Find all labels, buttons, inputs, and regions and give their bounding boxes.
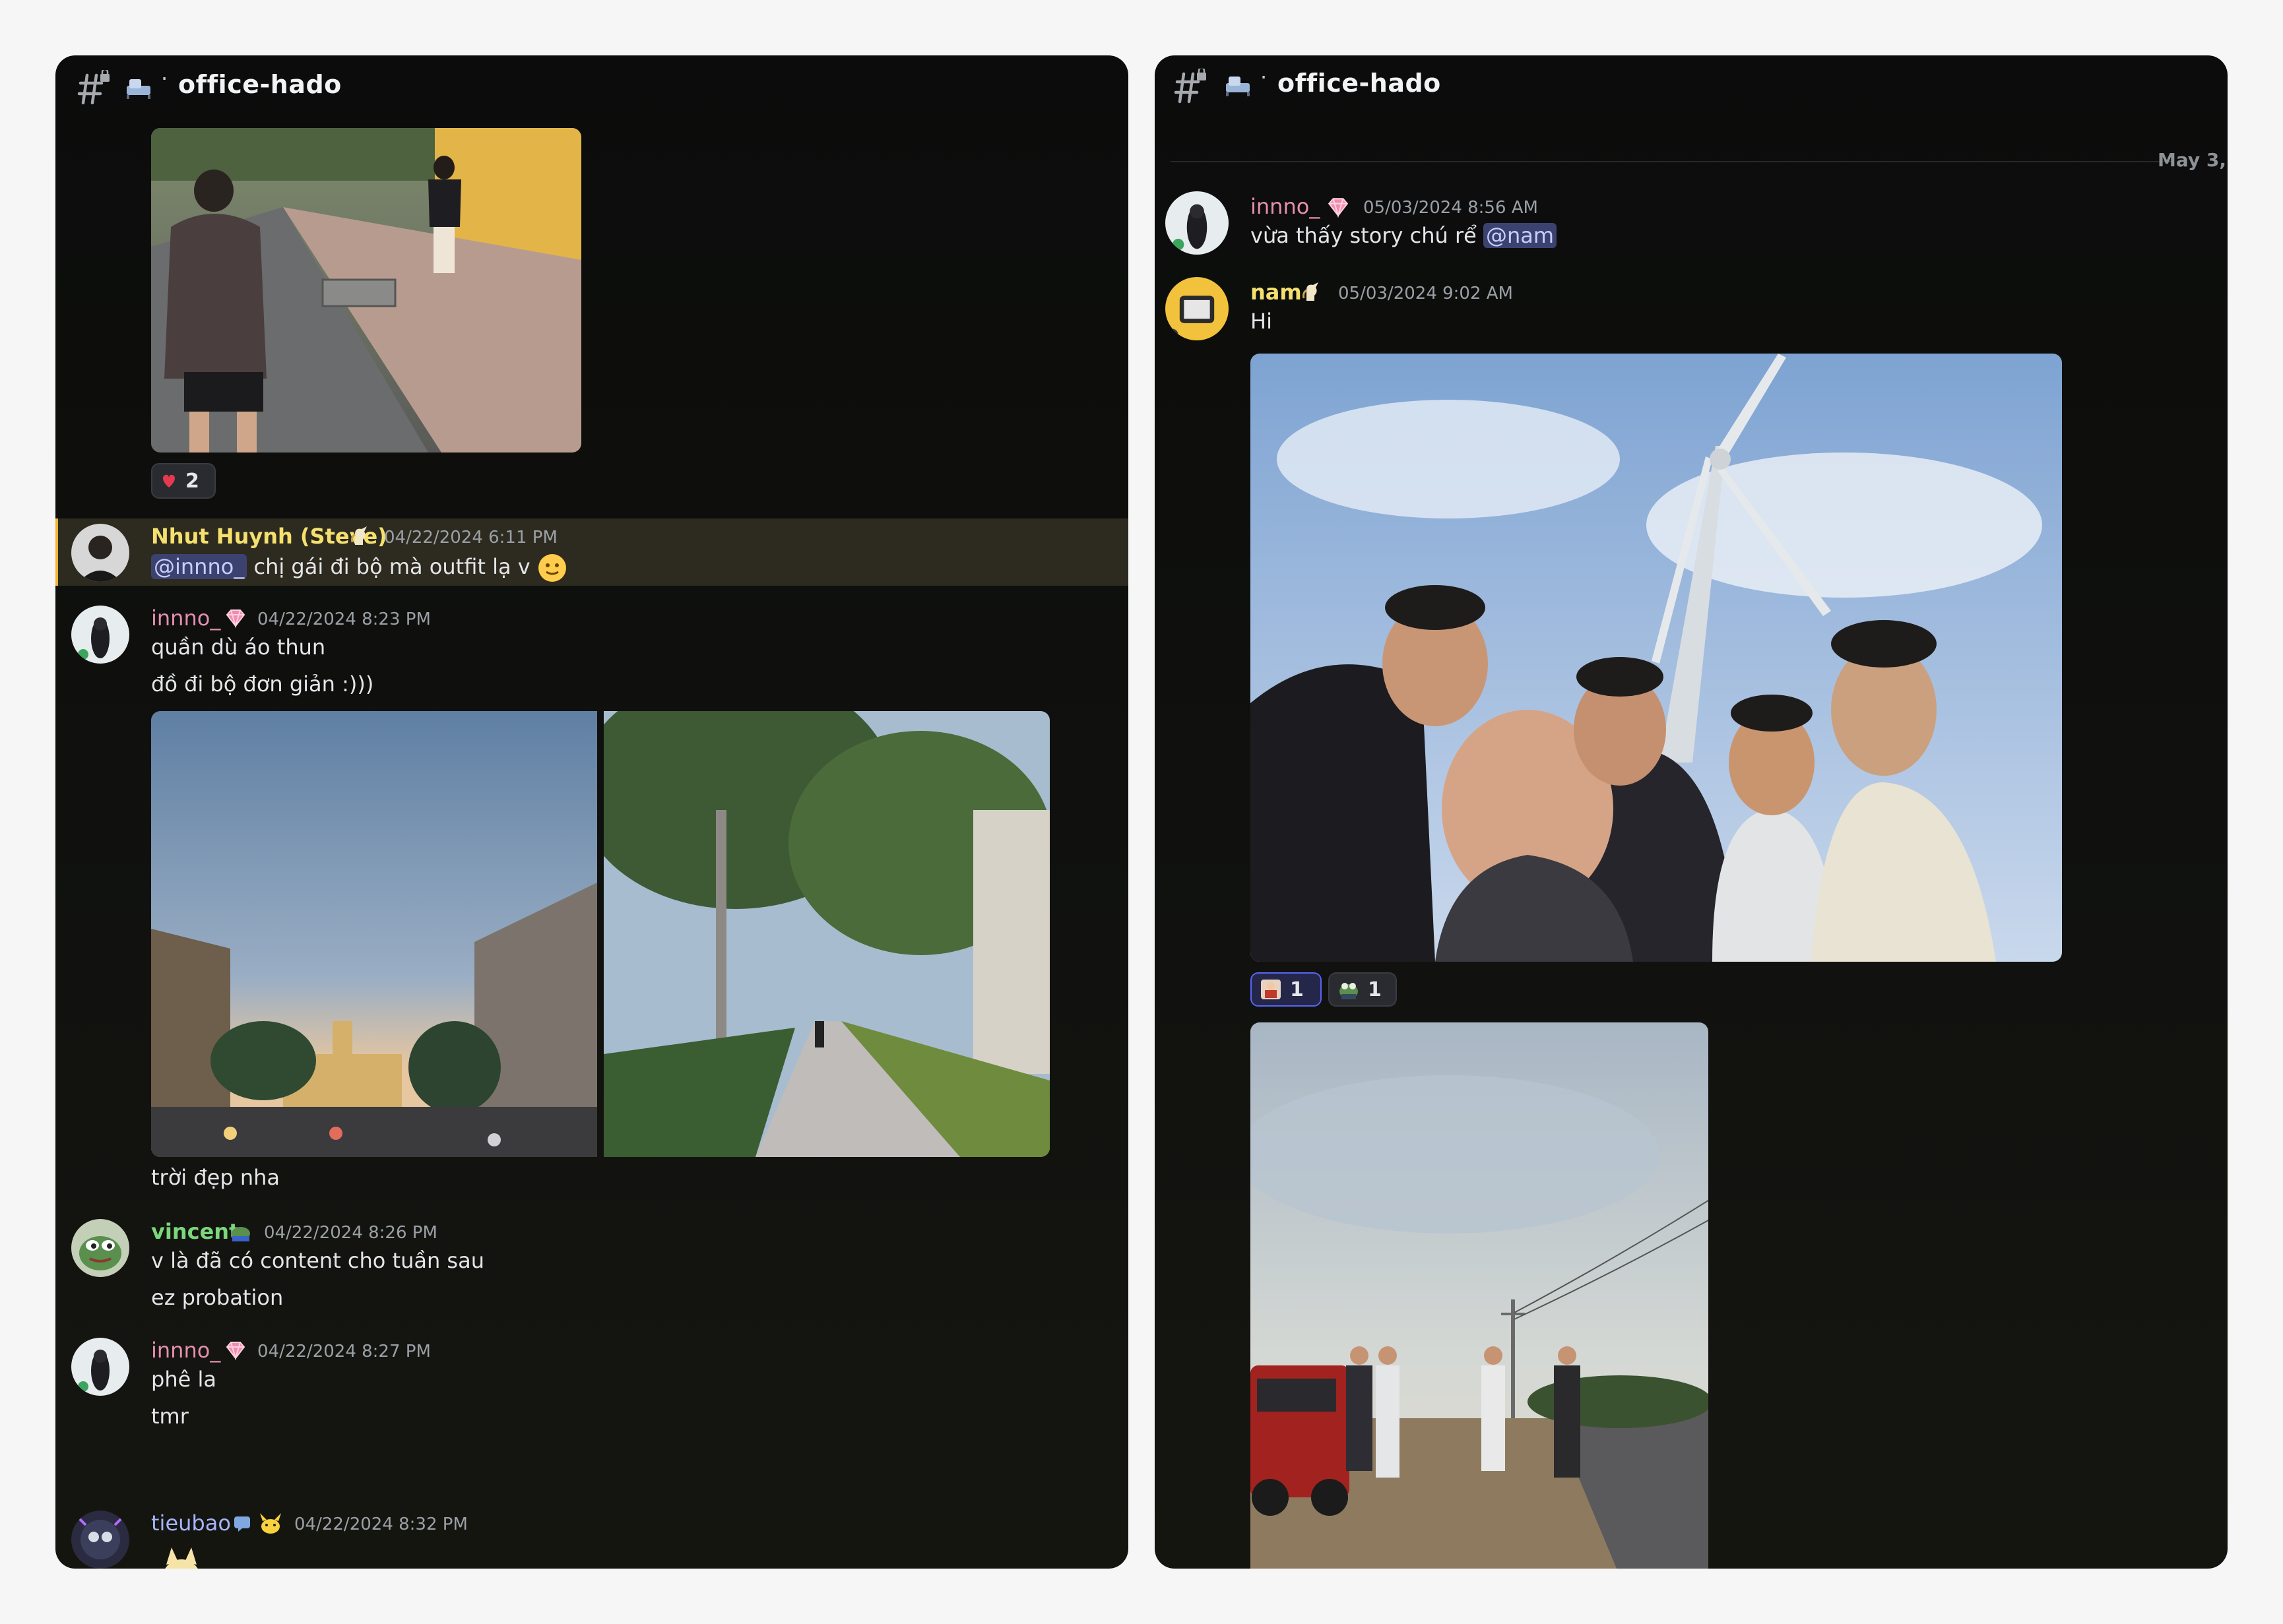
user-mention[interactable]: @innno_ — [151, 554, 247, 579]
attachment-image-city-square[interactable] — [151, 711, 597, 1157]
message-line: tmr — [151, 1404, 189, 1429]
avatar-innno[interactable] — [71, 606, 129, 664]
channel-header: · office-hado — [1155, 55, 2228, 119]
custom-emoji-face-icon — [1261, 980, 1281, 999]
reaction-count: 1 — [1290, 978, 1304, 1001]
custom-emoji-frog-icon — [1339, 983, 1358, 999]
date-divider-line — [1171, 161, 2173, 162]
timestamp: 05/03/2024 8:56 AM — [1363, 198, 1538, 218]
pikachu-badge-icon — [260, 1513, 281, 1534]
reaction-heart[interactable]: 2 — [151, 463, 216, 499]
channel-name[interactable]: office-hado — [178, 70, 342, 99]
avatar-steve[interactable] — [71, 524, 129, 582]
date-divider-label: May 3, 2 — [2158, 149, 2228, 171]
avatar-innno[interactable] — [1165, 191, 1229, 255]
message-line: Hi — [1250, 309, 1272, 334]
username[interactable]: innno_ — [1250, 194, 1320, 219]
attachment-image-tree-path[interactable] — [604, 711, 1050, 1157]
channel-name[interactable]: office-hado — [1277, 69, 1441, 98]
message-text: @innno_ chị gái đi bộ mà outfit lạ v — [151, 553, 567, 583]
gem-badge-icon — [226, 609, 245, 628]
mention-highlight-bar — [55, 518, 58, 586]
message-body: chị gái đi bộ mà outfit lạ v — [253, 554, 531, 579]
message-line: đồ đi bộ đơn giản :))) — [151, 671, 374, 697]
header-separator: · — [1260, 65, 1268, 90]
chat-panel-left: · office-hado 2 Nhut Huynh (Steve) 04/22… — [55, 55, 1128, 1569]
message-line: v là đã có content cho tuần sau — [151, 1248, 484, 1273]
timestamp: 04/22/2024 6:11 PM — [384, 528, 558, 547]
user-mention[interactable]: @nam — [1483, 223, 1557, 248]
gem-badge-icon — [1328, 198, 1349, 218]
reaction-1[interactable]: 1 — [1250, 972, 1322, 1007]
pepe-badge-icon — [232, 1227, 250, 1241]
timestamp: 04/22/2024 8:23 PM — [257, 609, 431, 629]
attachment-image-street[interactable] — [151, 128, 581, 453]
message-line: phê la — [151, 1367, 216, 1392]
channel-hash-lock-icon — [1174, 69, 1206, 104]
channel-hash-lock-icon — [77, 70, 110, 105]
reaction-count: 2 — [185, 469, 199, 493]
reaction-count: 1 — [1368, 978, 1382, 1001]
timestamp: 04/22/2024 8:26 PM — [264, 1223, 437, 1243]
gem-badge-icon — [226, 1342, 245, 1360]
unicorn-badge-icon — [351, 526, 367, 545]
channel-header: · office-hado — [55, 55, 1128, 119]
slight-smile-emoji-icon — [538, 554, 566, 582]
avatar-innno[interactable] — [71, 1338, 129, 1396]
timestamp: 04/22/2024 8:27 PM — [257, 1342, 431, 1361]
username[interactable]: innno_ — [151, 1338, 220, 1363]
attachment-image-wind-turbine-selfie[interactable] — [1250, 354, 2062, 962]
username[interactable]: nam — [1250, 280, 1302, 305]
message-line: trời đẹp nha — [151, 1165, 280, 1190]
timestamp: 05/03/2024 9:02 AM — [1338, 284, 1513, 303]
attachment-image-roadside-group[interactable] — [1250, 1022, 1708, 1569]
couch-emoji-icon — [1226, 77, 1250, 96]
header-separator: · — [161, 66, 168, 91]
avatar-vincent[interactable] — [71, 1219, 129, 1277]
username[interactable]: innno_ — [151, 606, 220, 631]
username[interactable]: tieubao — [151, 1511, 231, 1536]
timestamp: 04/22/2024 8:32 PM — [294, 1515, 468, 1534]
chat-panel-right: · office-hado May 3, 2 innno_ 05/03/2024… — [1155, 55, 2228, 1569]
couch-emoji-icon — [127, 79, 150, 99]
avatar-tieubao[interactable] — [71, 1511, 129, 1569]
message-line: quần dù áo thun — [151, 635, 326, 660]
avatar-nam[interactable] — [1165, 277, 1229, 340]
message-text: vừa thấy story chú rể @nam — [1250, 223, 1557, 248]
reaction-2[interactable]: 1 — [1328, 972, 1397, 1007]
sticker-creature-icon — [165, 1547, 198, 1569]
message-line: ez probation — [151, 1285, 284, 1310]
username[interactable]: vincent — [151, 1219, 239, 1244]
unicorn-badge-icon — [1302, 282, 1318, 301]
message-body: vừa thấy story chú rể — [1250, 223, 1477, 248]
heart-emoji-icon — [162, 474, 176, 487]
chat-badge-icon — [234, 1516, 250, 1532]
